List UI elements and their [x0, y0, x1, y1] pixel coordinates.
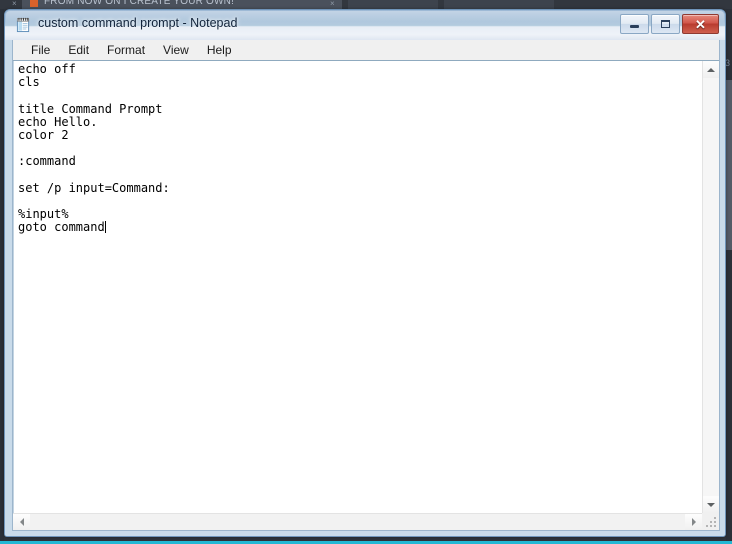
maximize-icon [652, 15, 679, 33]
background-scrollbar[interactable] [726, 80, 732, 250]
background-tab-close-icon[interactable]: × [12, 0, 17, 8]
scroll-left-button[interactable] [13, 514, 30, 530]
background-browser-tab[interactable] [348, 0, 438, 9]
scroll-up-button[interactable] [703, 61, 719, 78]
horizontal-scrollbar[interactable] [13, 513, 702, 530]
background-tab-title: FROM NOW ON I CREATE YOUR OWN! [44, 0, 235, 7]
scroll-down-button[interactable] [703, 496, 719, 513]
vertical-scrollbar[interactable] [702, 61, 719, 513]
minimize-button[interactable] [620, 14, 649, 34]
scroll-right-arrow-icon [691, 518, 696, 526]
editor-region: echo off cls title Command Prompt echo H… [13, 60, 719, 530]
client-area: File Edit Format View Help echo off cls … [12, 40, 720, 531]
scroll-right-button[interactable] [685, 514, 702, 530]
close-button[interactable]: ✕ [682, 14, 719, 34]
menu-bar: File Edit Format View Help [13, 40, 719, 60]
scroll-down-arrow-icon [707, 502, 715, 507]
notepad-window: custom command prompt - Notepad ✕ File E… [4, 9, 726, 537]
scroll-up-arrow-icon [707, 67, 715, 72]
background-tab-close-icon[interactable]: × [330, 0, 335, 8]
menu-item-edit[interactable]: Edit [59, 41, 98, 60]
text-caret [104, 221, 106, 234]
background-browser-tab[interactable] [444, 0, 554, 9]
background-tab-favicon-icon [30, 0, 38, 7]
editor-text: echo off cls title Command Prompt echo H… [18, 62, 170, 235]
resize-grip[interactable] [702, 513, 719, 530]
notepad-icon [16, 17, 30, 33]
text-editor-area[interactable]: echo off cls title Command Prompt echo H… [13, 61, 702, 513]
background-browser-tabstrip: FROM NOW ON I CREATE YOUR OWN! × × [0, 0, 732, 9]
menu-item-help[interactable]: Help [198, 41, 241, 60]
window-title: custom command prompt - Notepad [38, 16, 238, 30]
close-glyph: ✕ [695, 16, 706, 32]
menu-item-file[interactable]: File [22, 41, 59, 60]
menu-item-view[interactable]: View [154, 41, 198, 60]
scroll-left-arrow-icon [19, 518, 24, 526]
close-icon: ✕ [683, 15, 718, 33]
menu-item-format[interactable]: Format [98, 41, 154, 60]
minimize-icon [621, 15, 648, 33]
title-bar[interactable]: custom command prompt - Notepad ✕ [5, 10, 725, 40]
maximize-button[interactable] [651, 14, 680, 34]
